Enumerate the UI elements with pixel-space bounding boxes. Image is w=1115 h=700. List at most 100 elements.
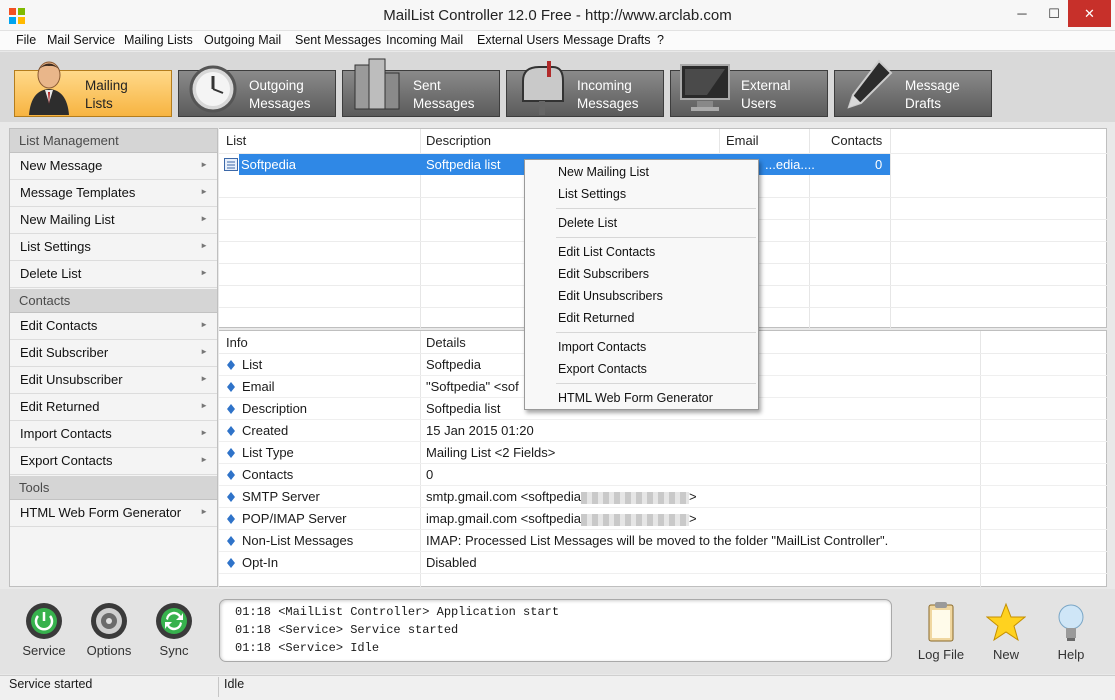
sidebar-item-new-mailing-list[interactable]: New Mailing List ► — [10, 207, 217, 234]
redacted-text — [581, 513, 689, 526]
sync-icon — [156, 603, 192, 639]
log-file-button[interactable]: Log File — [910, 601, 972, 671]
minimize-button[interactable]: ─ — [1009, 0, 1035, 27]
log-line: 01:18 <MailList Controller> Application … — [235, 605, 560, 619]
chevron-right-icon: ► — [200, 187, 208, 196]
info-row[interactable]: Contacts 0 — [219, 464, 1107, 486]
toolbar-outgoing-messages[interactable]: Outgoing Messages — [178, 65, 336, 117]
info-key: Non-List Messages — [242, 533, 354, 548]
info-bullet-icon — [227, 448, 235, 458]
chevron-right-icon: ► — [200, 214, 208, 223]
toolbar-incoming-messages[interactable]: Incoming Messages — [506, 61, 664, 117]
context-item-delete-list[interactable]: Delete List — [558, 216, 617, 230]
context-menu: New Mailing List List Settings Delete Li… — [524, 159, 759, 410]
toolbar-message-drafts[interactable]: Message Drafts — [834, 59, 992, 117]
info-key: Email — [242, 379, 275, 394]
sidebar-item-import-contacts[interactable]: Import Contacts ► — [10, 421, 217, 448]
buildings-icon — [354, 58, 400, 110]
info-key: List Type — [242, 445, 294, 460]
sidebar-item-edit-subscriber[interactable]: Edit Subscriber ► — [10, 340, 217, 367]
info-bullet-icon — [227, 536, 235, 546]
help-button[interactable]: Help — [1040, 601, 1102, 671]
context-item-html-web-form-generator[interactable]: HTML Web Form Generator — [558, 391, 713, 405]
options-icon — [91, 603, 127, 639]
info-row[interactable]: Non-List Messages IMAP: Processed List Me… — [219, 530, 1107, 552]
info-row[interactable]: POP/IMAP Server imap.gmail.com <softpedia… — [219, 508, 1107, 530]
user-icon — [29, 61, 69, 115]
list-icon — [224, 158, 238, 171]
new-button[interactable]: New — [975, 601, 1037, 671]
column-header-info[interactable]: Info — [226, 335, 248, 350]
toolbar-label: Message Drafts — [905, 78, 960, 111]
pen-icon — [847, 59, 893, 109]
sidebar-item-edit-returned[interactable]: Edit Returned ► — [10, 394, 217, 421]
log-line: 01:18 <Service> Idle — [235, 641, 380, 655]
info-key: List — [242, 357, 263, 372]
sidebar-item-edit-contacts[interactable]: Edit Contacts ► — [10, 313, 217, 340]
info-row[interactable]: Created 15 Jan 2015 01:20 — [219, 420, 1107, 442]
sidebar-item-new-message[interactable]: New Message ► — [10, 153, 217, 180]
menu-help[interactable]: ? — [657, 33, 664, 47]
column-header-description[interactable]: Description — [426, 133, 491, 148]
log-line: 01:18 <Service> Service started — [235, 623, 459, 637]
info-key: POP/IMAP Server — [242, 511, 347, 526]
chevron-right-icon: ► — [200, 401, 208, 410]
menu-bar: File Mail Service Mailing Lists Outgoing… — [0, 31, 1115, 51]
chevron-right-icon: ► — [200, 347, 208, 356]
context-item-import-contacts[interactable]: Import Contacts — [558, 340, 646, 354]
sidebar-item-export-contacts[interactable]: Export Contacts ► — [10, 448, 217, 475]
menu-sent-messages[interactable]: Sent Messages — [295, 33, 381, 47]
sidebar-section-tools: Tools — [10, 476, 217, 500]
toolbar-sent-messages[interactable]: Sent Messages — [342, 58, 500, 117]
title-bar: MailList Controller 12.0 Free - http://w… — [0, 0, 1115, 31]
sidebar-item-html-web-form-generator[interactable]: HTML Web Form Generator ► — [10, 500, 217, 527]
menu-external-users[interactable]: External Users — [477, 33, 559, 47]
chevron-right-icon: ► — [200, 241, 208, 250]
sidebar-item-message-templates[interactable]: Message Templates ► — [10, 180, 217, 207]
info-row[interactable]: SMTP Server smtp.gmail.com <softpedia > — [219, 486, 1107, 508]
info-key: Description — [242, 401, 308, 416]
menu-outgoing-mail[interactable]: Outgoing Mail — [204, 33, 281, 47]
context-item-list-settings[interactable]: List Settings — [558, 187, 626, 201]
sidebar-item-list-settings[interactable]: List Settings ► — [10, 234, 217, 261]
context-item-new-mailing-list[interactable]: New Mailing List — [558, 165, 649, 179]
options-button[interactable]: Options — [78, 601, 140, 671]
maximize-button[interactable]: ☐ — [1041, 0, 1067, 27]
info-value: 0 — [426, 467, 434, 482]
info-row[interactable]: List Type Mailing List <2 Fields> — [219, 442, 1107, 464]
info-bullet-icon — [227, 426, 235, 436]
column-header-contacts[interactable]: Contacts — [831, 133, 882, 148]
toolbar-mailing-lists[interactable]: Mailing Lists — [14, 61, 172, 117]
context-item-edit-list-contacts[interactable]: Edit List Contacts — [558, 245, 655, 259]
bottom-panel: Service Options Sync 01:18 <MailList Con… — [0, 589, 1115, 674]
context-item-edit-returned[interactable]: Edit Returned — [558, 311, 634, 325]
sidebar: List Management New Message ► Message Tem… — [9, 128, 218, 587]
menu-file[interactable]: File — [16, 33, 36, 47]
column-header-list[interactable]: List — [226, 133, 246, 148]
menu-message-drafts[interactable]: Message Drafts — [563, 33, 651, 47]
new-label: New — [992, 647, 1019, 662]
info-key: Contacts — [242, 467, 294, 482]
context-item-export-contacts[interactable]: Export Contacts — [558, 362, 647, 376]
context-item-edit-subscribers[interactable]: Edit Subscribers — [558, 267, 649, 281]
info-value: imap.gmail.com <softpedia > — [426, 511, 697, 526]
column-header-details[interactable]: Details — [426, 335, 466, 350]
mailbox-icon — [522, 61, 564, 115]
log-panel[interactable]: 01:18 <MailList Controller> Application … — [219, 599, 892, 662]
sync-button[interactable]: Sync — [143, 601, 205, 671]
sidebar-item-delete-list[interactable]: Delete List ► — [10, 261, 217, 288]
info-row[interactable]: Opt-In Disabled — [219, 552, 1107, 574]
close-button[interactable]: ✕ — [1068, 0, 1111, 27]
chevron-right-icon: ► — [200, 160, 208, 169]
menu-mail-service[interactable]: Mail Service — [47, 33, 115, 47]
service-button[interactable]: Service — [13, 601, 75, 671]
toolbar-external-users[interactable]: External Users — [670, 64, 828, 117]
context-item-edit-unsubscribers[interactable]: Edit Unsubscribers — [558, 289, 663, 303]
chevron-right-icon: ► — [200, 428, 208, 437]
sidebar-item-edit-unsubscriber[interactable]: Edit Unsubscriber ► — [10, 367, 217, 394]
toolbar-label: Incoming Messages — [577, 78, 639, 111]
menu-incoming-mail[interactable]: Incoming Mail — [386, 33, 463, 47]
toolbar-label: Sent Messages — [413, 78, 475, 111]
menu-mailing-lists[interactable]: Mailing Lists — [124, 33, 193, 47]
column-header-email[interactable]: Email — [726, 133, 759, 148]
